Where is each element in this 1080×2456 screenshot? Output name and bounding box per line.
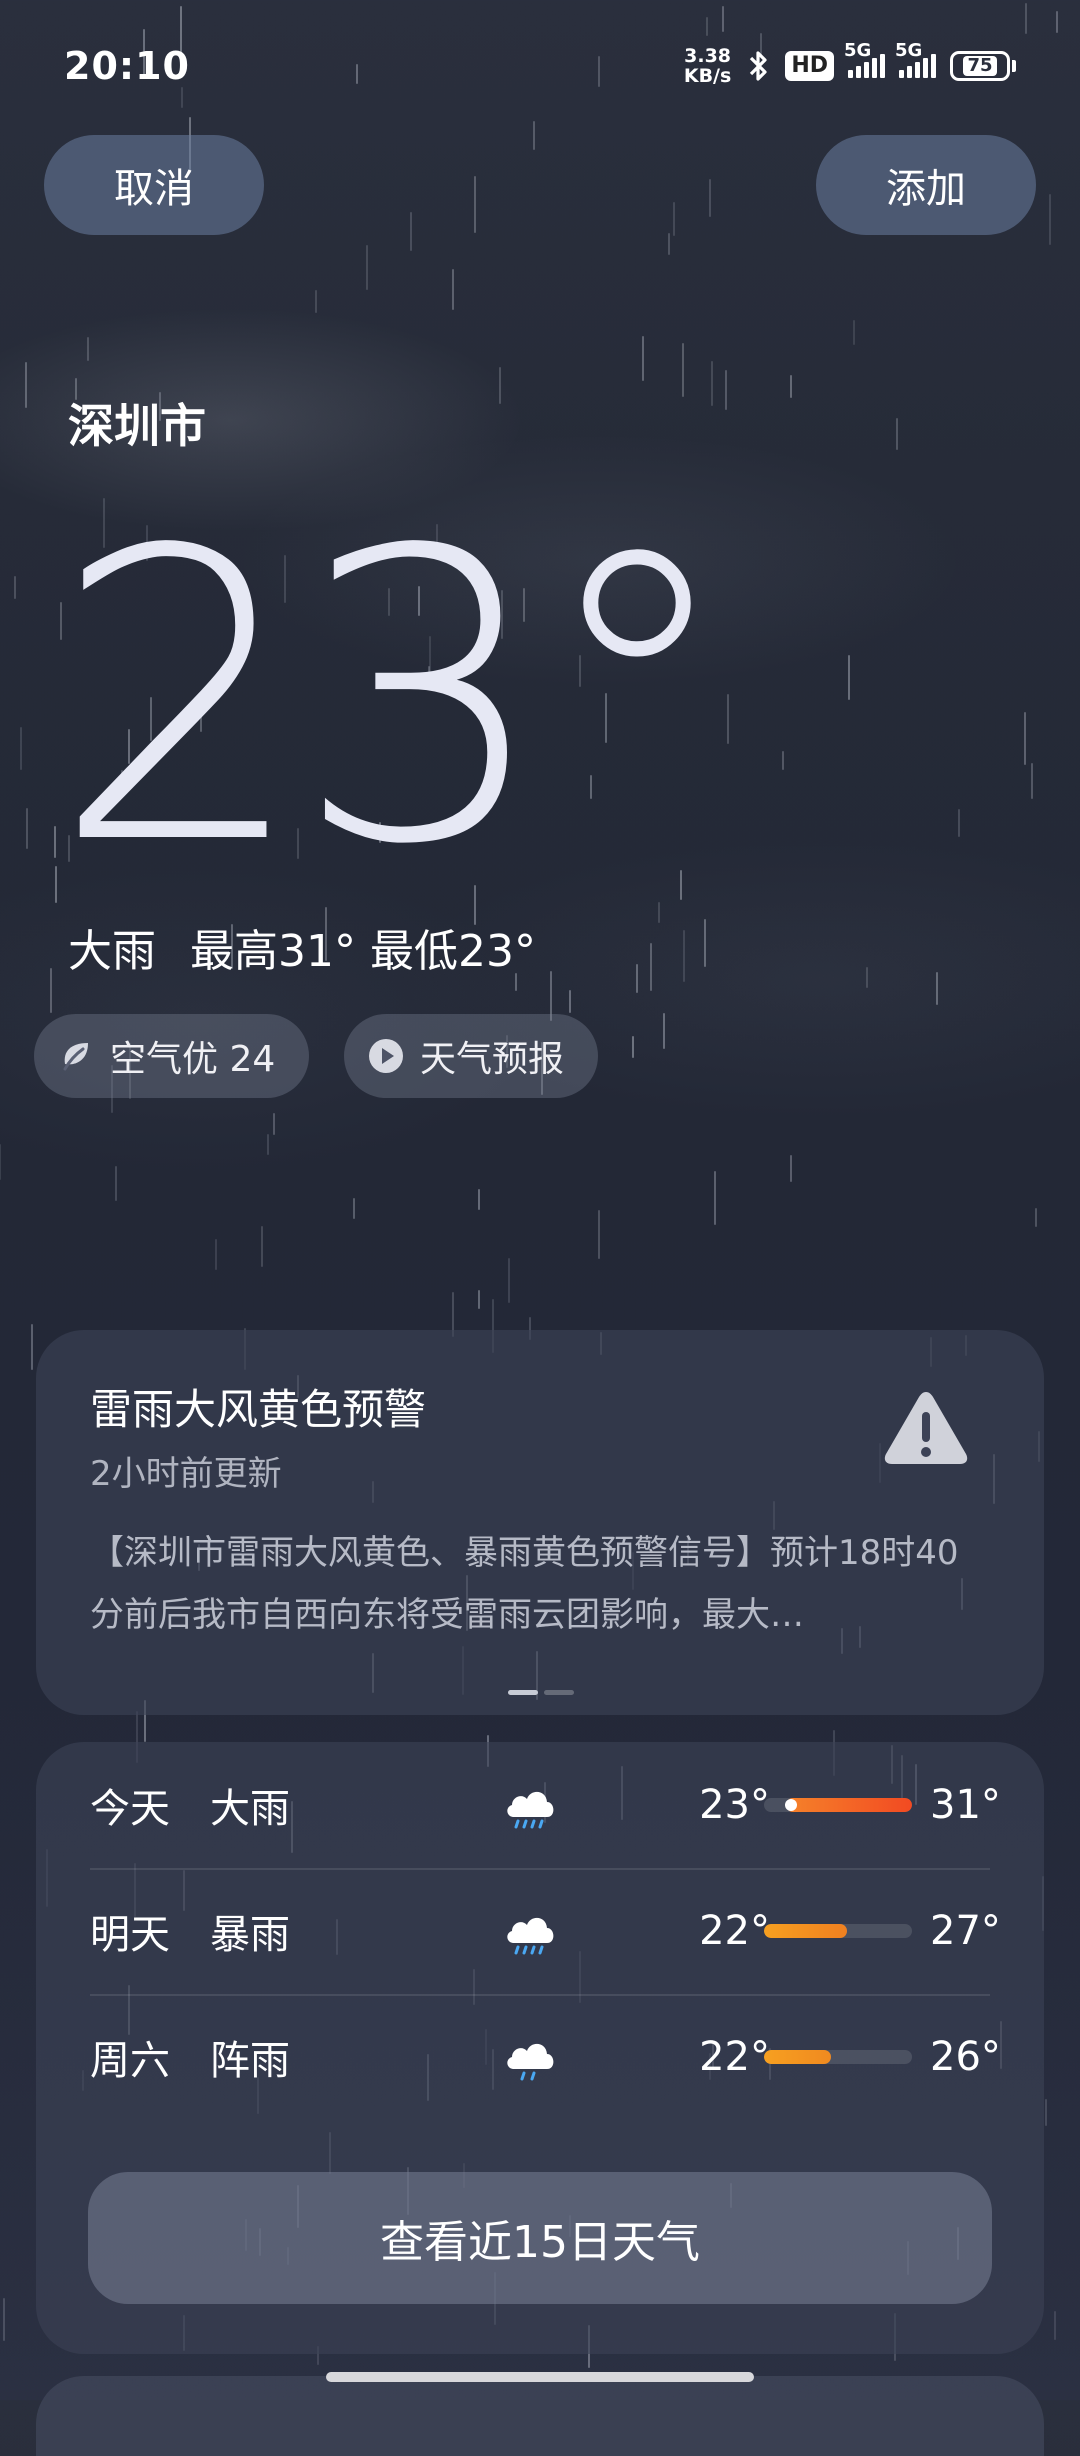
- forecast-day: 今天: [90, 1786, 170, 1832]
- status-bar: 20:10 3.38 KB/s HD 5G 5G 75: [0, 0, 1080, 130]
- bluetooth-icon: [750, 51, 767, 81]
- air-quality-chip[interactable]: 空气优 24: [34, 1014, 310, 1098]
- low-temperature: 最低23°: [370, 926, 536, 977]
- air-quality-label: 空气优 24: [110, 1039, 276, 1080]
- temperature-range-fill: [764, 2050, 831, 2064]
- forecast-high: 26°: [930, 2034, 1001, 2080]
- network-speed-unit: KB/s: [683, 65, 732, 87]
- heavy-rain-icon: [507, 1791, 554, 1829]
- view-15-day-button[interactable]: 查看近15日天气: [88, 2172, 992, 2304]
- network-speed-value: 3.38: [684, 45, 732, 67]
- temperature-range-bar: [764, 1798, 912, 1812]
- weather-summary: 大雨 最高31° 最低23°: [68, 915, 536, 979]
- battery-level: 75: [963, 56, 997, 76]
- signal-strength-1-icon: 5G: [844, 40, 885, 78]
- temperature-range-bar: [764, 1924, 912, 1938]
- forecast-low: 22°: [699, 2034, 770, 2080]
- temperature-range-fill: [786, 1798, 912, 1812]
- network-type-label: 5G: [844, 40, 872, 61]
- forecast-row[interactable]: 今天 大雨 23° 31°: [90, 1742, 1001, 1868]
- forecast-day: 周六: [90, 2038, 170, 2084]
- daily-forecast-card: 今天 大雨 23° 31° 明天 暴雨 22° 27° 周六 阵雨 22° 26° 查看近15日天气: [36, 1742, 1044, 2354]
- leaf-icon: [56, 1036, 96, 1076]
- current-condition: 大雨: [68, 926, 156, 977]
- network-speed: 3.38 KB/s: [684, 46, 731, 86]
- page-indicator: [508, 1690, 574, 1695]
- play-icon: [366, 1036, 406, 1076]
- weather-forecast-chip[interactable]: 天气预报: [344, 1014, 599, 1098]
- forecast-row[interactable]: 明天 暴雨 22° 27°: [90, 1868, 1001, 1994]
- forecast-row[interactable]: 周六 阵雨 22° 26°: [90, 1994, 1001, 2120]
- high-temperature: 最高31°: [190, 926, 356, 977]
- weather-forecast-label: 天气预报: [420, 1039, 565, 1080]
- current-temp-marker: [784, 1799, 797, 1811]
- city-name: 深圳市: [68, 399, 206, 453]
- forecast-high: 31°: [930, 1782, 1001, 1828]
- forecast-condition: 暴雨: [210, 1912, 290, 1958]
- battery-icon: 75: [950, 51, 1016, 81]
- next-card-peek: [36, 2376, 1044, 2456]
- forecast-day: 明天: [90, 1912, 170, 1958]
- hd-voice-badge: HD: [785, 51, 834, 81]
- shower-icon: [507, 2043, 554, 2081]
- alert-description: 【深圳市雷雨大风黄色、暴雨黄色预警信号】预计18时40分前后我市自西向东将受雷雨…: [90, 1533, 959, 1635]
- home-indicator[interactable]: [326, 2372, 754, 2382]
- forecast-low: 23°: [699, 1782, 770, 1828]
- warning-triangle-icon: [884, 1392, 968, 1464]
- weather-alert-card[interactable]: 雷雨大风黄色预警 2小时前更新 【深圳市雷雨大风黄色、暴雨黄色预警信号】预计18…: [36, 1330, 1044, 1715]
- forecast-high: 27°: [930, 1908, 1001, 1954]
- network-type-label: 5G: [895, 40, 923, 61]
- signal-strength-2-icon: 5G: [895, 40, 936, 78]
- heavy-rain-icon: [507, 1917, 554, 1955]
- forecast-low: 22°: [699, 1908, 770, 1954]
- cancel-button[interactable]: 取消: [44, 135, 264, 235]
- forecast-condition: 阵雨: [210, 2038, 290, 2084]
- status-time: 20:10: [64, 44, 190, 88]
- status-icons: 3.38 KB/s HD 5G 5G 75: [684, 40, 1016, 86]
- temperature-range-bar: [764, 2050, 912, 2064]
- alert-updated-time: 2小时前更新: [90, 1454, 282, 1494]
- alert-title: 雷雨大风黄色预警: [90, 1385, 427, 1434]
- temperature-range-fill: [764, 1924, 847, 1938]
- current-temperature: 23°: [52, 467, 737, 932]
- add-button[interactable]: 添加: [816, 135, 1036, 235]
- forecast-condition: 大雨: [210, 1786, 290, 1832]
